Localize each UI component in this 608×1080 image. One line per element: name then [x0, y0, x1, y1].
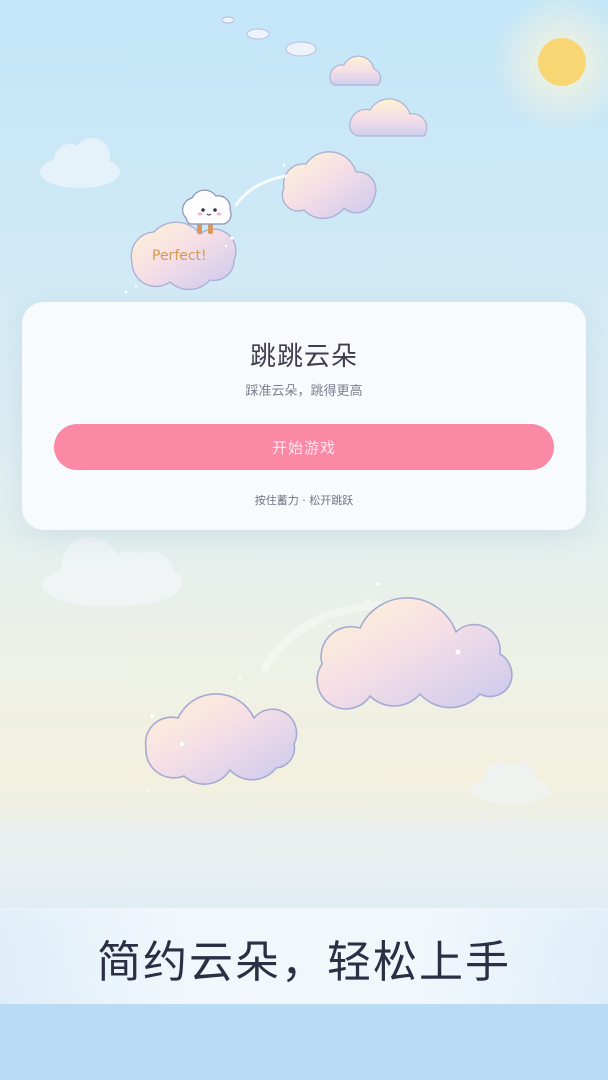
game-title: 跳跳云朵	[249, 342, 358, 372]
platform-cloud-large	[316, 597, 513, 710]
horizon-haze	[0, 820, 608, 910]
start-game-button[interactable]: 开始游戏	[54, 424, 554, 470]
perfect-label: Perfect!	[152, 248, 207, 264]
background-cloud	[42, 537, 182, 607]
platform-cloud	[329, 55, 382, 86]
trail-cloud	[221, 16, 317, 57]
platform-cloud	[349, 98, 428, 137]
bottom-band	[0, 1004, 608, 1080]
jump-trail	[234, 174, 288, 207]
background-cloud	[470, 762, 550, 804]
platform-cloud-large	[144, 693, 298, 785]
control-hint: 按住蓄力 · 松开跳跃	[254, 494, 354, 507]
platform-cloud	[281, 151, 377, 220]
slogan-text: 简约云朵，轻松上手	[97, 937, 511, 988]
game-subtitle: 踩准云朵，跳得更高	[245, 384, 363, 399]
start-card: 跳跳云朵 踩准云朵，跳得更高 开始游戏 按住蓄力 · 松开跳跃	[22, 302, 586, 530]
background-cloud	[40, 138, 120, 188]
sun-icon	[538, 38, 586, 86]
